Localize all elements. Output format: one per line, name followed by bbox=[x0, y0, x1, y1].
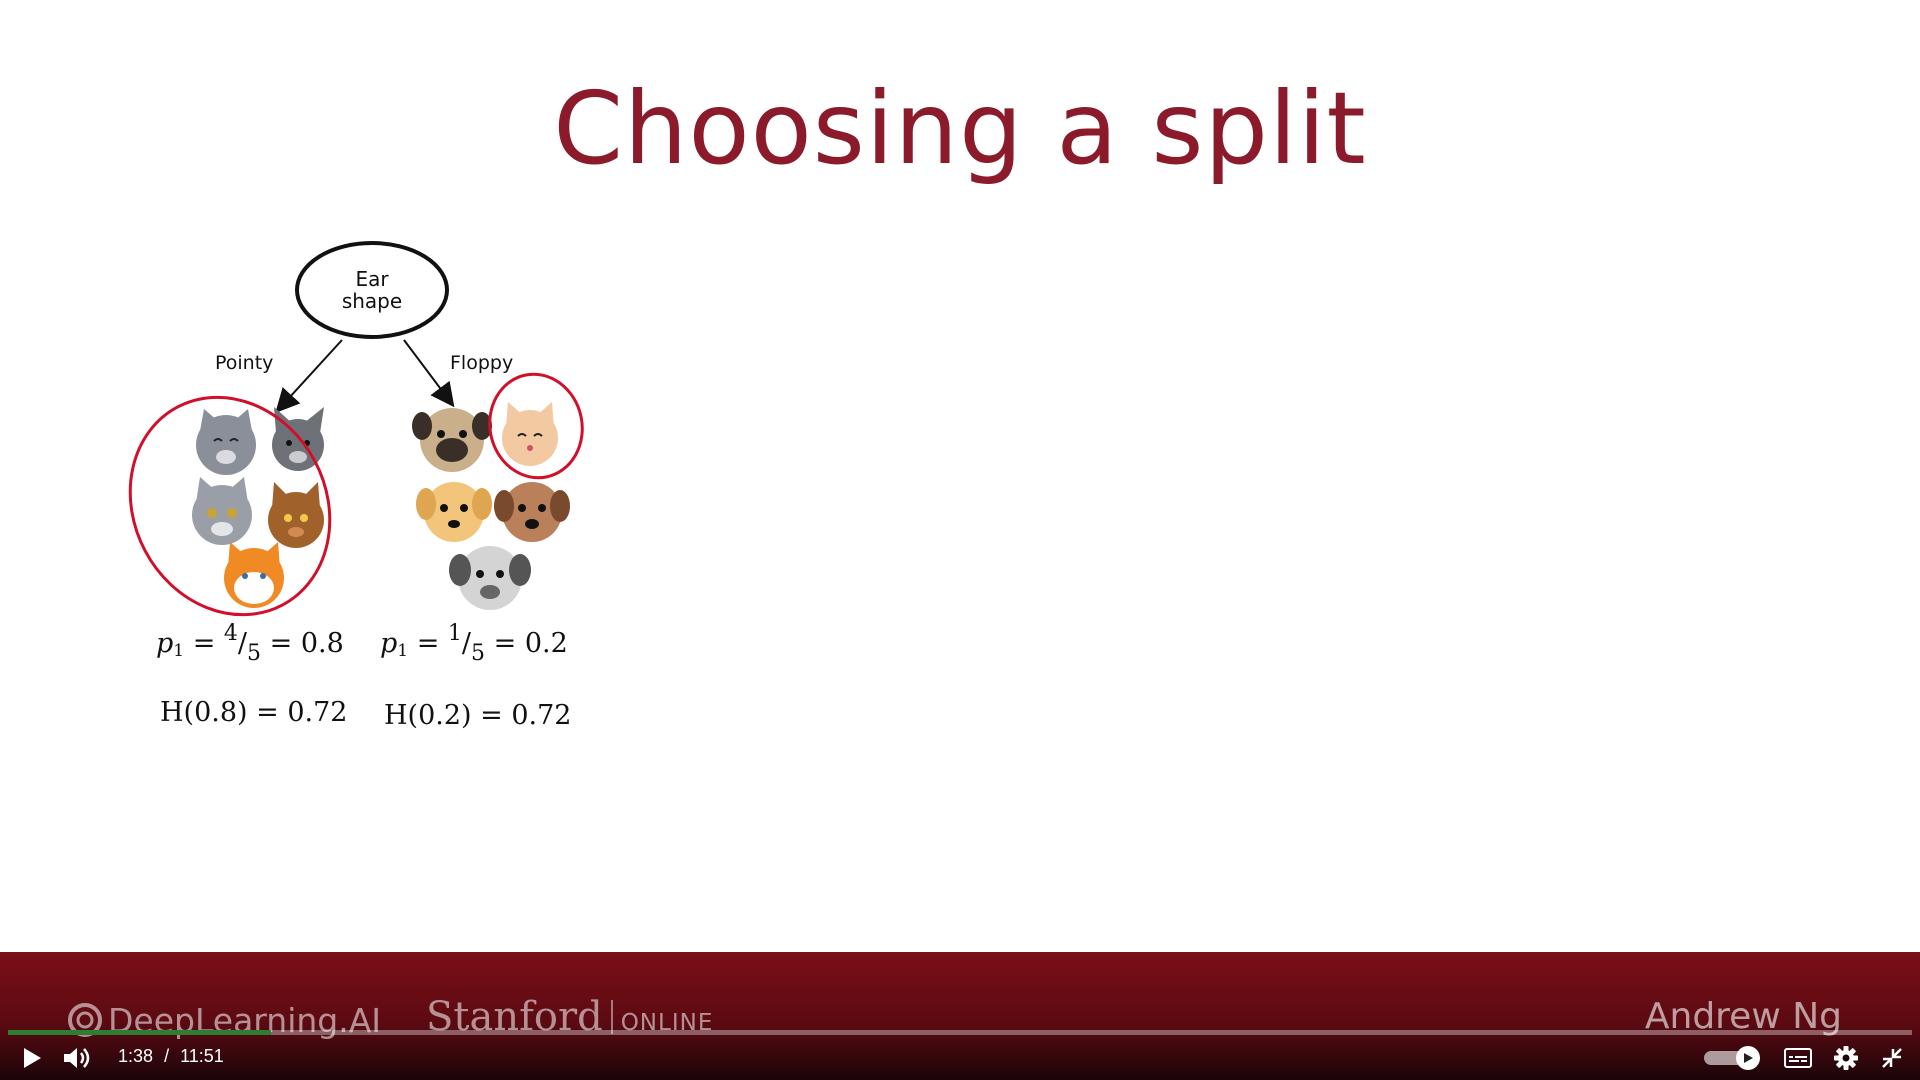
right-entropy-formula: H(0.2) = 0.72 bbox=[384, 700, 572, 731]
root-node-label: Ear shape bbox=[297, 268, 447, 312]
pointy-label: Pointy bbox=[215, 352, 274, 374]
cat-icon bbox=[502, 402, 558, 466]
pointy-branch-arrow bbox=[275, 339, 343, 413]
root-node-line2: shape bbox=[341, 289, 403, 313]
time-separator: / bbox=[164, 1046, 170, 1066]
volume-icon bbox=[64, 1048, 90, 1068]
volume-button[interactable] bbox=[58, 1040, 94, 1076]
captions-button[interactable] bbox=[1778, 1040, 1818, 1076]
progress-played bbox=[8, 1030, 271, 1035]
play-icon bbox=[24, 1048, 41, 1068]
play-button[interactable] bbox=[14, 1040, 50, 1076]
cat-icon bbox=[192, 477, 252, 545]
autoplay-toggle[interactable] bbox=[1702, 1046, 1760, 1070]
floppy-branch-arrow bbox=[403, 339, 455, 408]
settings-icon bbox=[1834, 1046, 1858, 1070]
time-display: 1:38 / 11:51 bbox=[118, 1046, 224, 1067]
slide: Choosing a split Ear shape Pointy Floppy… bbox=[0, 0, 1920, 1080]
floppy-label: Floppy bbox=[450, 352, 514, 374]
decision-tree-diagram bbox=[128, 241, 584, 617]
dog-icon bbox=[416, 482, 492, 542]
cat-icon bbox=[224, 542, 284, 608]
root-node-line1: Ear bbox=[355, 267, 389, 291]
duration: 11:51 bbox=[180, 1046, 224, 1066]
exit-fullscreen-icon bbox=[1882, 1048, 1902, 1068]
cat-icon bbox=[196, 409, 256, 475]
autoplay-play-icon bbox=[1744, 1053, 1753, 1063]
dog-icon bbox=[449, 546, 531, 610]
settings-button[interactable] bbox=[1826, 1040, 1866, 1076]
current-time: 1:38 bbox=[118, 1046, 154, 1066]
captions-icon bbox=[1784, 1048, 1812, 1068]
left-probability-formula: p1 = 4/5 = 0.8 bbox=[156, 621, 344, 666]
left-entropy-formula: H(0.8) = 0.72 bbox=[160, 697, 348, 728]
dog-icon bbox=[412, 408, 492, 472]
right-probability-formula: p1 = 1/5 = 0.2 bbox=[380, 621, 568, 666]
cat-icon bbox=[268, 482, 324, 548]
exit-fullscreen-button[interactable] bbox=[1872, 1040, 1912, 1076]
dog-icon bbox=[494, 482, 570, 542]
logo-divider bbox=[610, 1000, 613, 1034]
autoplay-toggle-knob bbox=[1736, 1046, 1760, 1070]
progress-bar[interactable] bbox=[8, 1030, 1912, 1035]
